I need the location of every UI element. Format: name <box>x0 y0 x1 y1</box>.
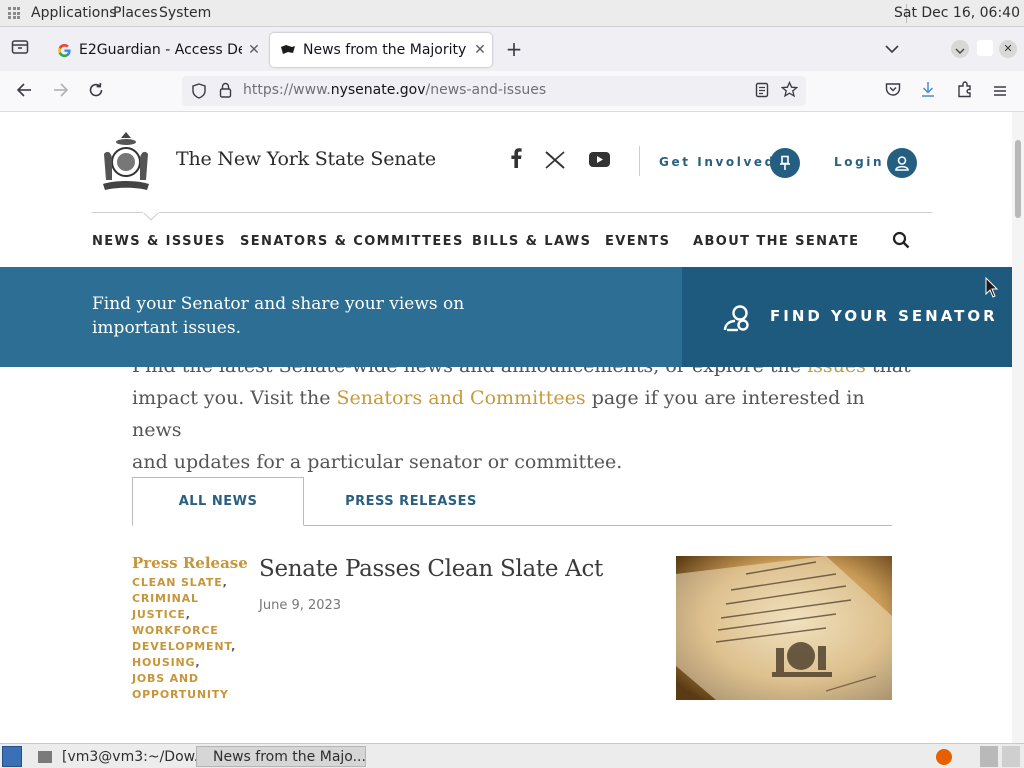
taskbar-item-label: News from the Majo... <box>213 748 366 765</box>
youtube-icon[interactable] <box>589 152 610 171</box>
firefox-view-icon[interactable] <box>10 39 30 59</box>
nysenate-flag-icon <box>280 42 296 58</box>
article-title[interactable]: Senate Passes Clean Slate Act <box>259 556 603 582</box>
close-window-icon[interactable]: ✕ <box>999 40 1017 58</box>
search-icon[interactable] <box>892 231 910 253</box>
top-panel: Applications Places System Sat Dec 16, 0… <box>0 0 1024 27</box>
mouse-cursor-icon <box>985 277 999 298</box>
new-tab-icon[interactable]: + <box>504 37 524 61</box>
nav-about-senate[interactable]: ABOUT THE SENATE <box>693 234 859 249</box>
taskbar-item-label: [vm3@vm3:~/Dow... <box>62 748 208 765</box>
workspace-1[interactable] <box>980 746 998 767</box>
reader-view-icon[interactable] <box>753 82 771 102</box>
find-senator-icon[interactable] <box>723 304 752 337</box>
header-rule <box>92 212 932 213</box>
tab-strip: E2Guardian - Access Denied ✕ News from t… <box>0 27 1024 71</box>
terminal-icon <box>38 750 52 763</box>
system-menu[interactable]: System <box>159 5 211 21</box>
scrollbar-thumb[interactable] <box>1015 140 1021 218</box>
tab-all-news[interactable]: ALL NEWS <box>132 477 304 526</box>
tag-link[interactable]: WORKFORCE DEVELOPMENT <box>132 624 231 653</box>
navigation-toolbar: https://www.nysenate.gov/news-and-issues <box>0 71 1024 112</box>
facebook-icon[interactable] <box>510 148 522 172</box>
tab-close-icon[interactable]: ✕ <box>242 42 266 58</box>
minimize-window-icon[interactable] <box>951 40 969 58</box>
user-icon[interactable] <box>887 148 917 178</box>
article-tags: CLEAN SLATE, CRIMINAL JUSTICE, WORKFORCE… <box>132 576 237 701</box>
tracking-protection-icon[interactable] <box>190 83 208 103</box>
applications-menu[interactable]: Applications <box>31 5 117 21</box>
apps-grid-icon[interactable] <box>8 7 20 19</box>
tray-firefox-icon[interactable] <box>936 746 958 767</box>
url-text[interactable]: https://www.nysenate.gov/news-and-issues <box>243 82 546 98</box>
article-type-label: Press Release <box>132 554 248 572</box>
banner-text: Find your Senator and share your views o… <box>92 294 465 338</box>
lock-icon[interactable] <box>217 82 233 102</box>
x-twitter-icon[interactable] <box>545 151 565 173</box>
nav-bills-laws[interactable]: BILLS & LAWS <box>472 234 591 249</box>
tag-link[interactable]: CLEAN SLATE <box>132 576 223 589</box>
url-path: /news-and-issues <box>425 82 547 98</box>
forward-icon[interactable] <box>51 82 71 101</box>
bookmark-star-icon[interactable] <box>780 80 798 102</box>
places-menu[interactable]: Places <box>113 5 158 21</box>
tag-link[interactable]: HOUSING <box>132 656 195 669</box>
find-senator-label[interactable]: FIND YOUR SENATOR <box>770 307 998 325</box>
workspace-2[interactable] <box>1002 746 1020 767</box>
site-title[interactable]: The New York State Senate <box>176 148 436 170</box>
article-date: June 9, 2023 <box>259 598 342 613</box>
url-domain: nysenate.gov <box>330 82 426 98</box>
nav-senators-committees[interactable]: SENATORS & COMMITTEES <box>240 234 464 249</box>
active-nav-indicator <box>143 212 159 221</box>
downloads-icon[interactable] <box>918 81 938 102</box>
tab-news-majority[interactable]: News from the Majority | NY ✕ <box>270 33 492 67</box>
maximize-window-icon[interactable] <box>977 40 993 56</box>
list-all-tabs-icon[interactable] <box>882 39 902 58</box>
get-involved-link[interactable]: Get Involved <box>659 155 776 169</box>
intro-text: impact you. Visit the <box>132 387 337 409</box>
page-scrollbar[interactable] <box>1012 112 1024 743</box>
nav-events[interactable]: EVENTS <box>605 234 670 249</box>
app-menu-icon[interactable] <box>990 82 1010 101</box>
taskbar-terminal[interactable]: [vm3@vm3:~/Dow... <box>38 746 207 767</box>
google-g-icon <box>56 42 72 58</box>
tab-title: News from the Majority | NY <box>303 42 468 58</box>
web-page: The New York State Senate Get Involved L… <box>0 112 1012 743</box>
tab-title: E2Guardian - Access Denied <box>79 42 242 58</box>
intro-text: and updates for a particular senator or … <box>132 451 623 473</box>
url-bar[interactable]: https://www.nysenate.gov/news-and-issues <box>182 76 806 106</box>
intro-paragraph: Find the latest Senate-wide news and ann… <box>132 350 912 478</box>
extensions-icon[interactable] <box>955 81 975 102</box>
tab-e2guardian[interactable]: E2Guardian - Access Denied ✕ <box>46 33 266 67</box>
header-divider <box>639 146 640 176</box>
url-prefix: https://www. <box>243 82 331 98</box>
tag-link[interactable]: JOBS AND OPPORTUNITY <box>132 672 229 701</box>
pocket-icon[interactable] <box>883 82 903 101</box>
nav-news-issues[interactable]: NEWS & ISSUES <box>92 234 226 249</box>
tab-close-icon[interactable]: ✕ <box>468 42 492 58</box>
senators-committees-link[interactable]: Senators and Committees <box>337 387 586 409</box>
login-link[interactable]: Login <box>834 155 884 169</box>
back-icon[interactable] <box>14 82 34 101</box>
show-desktop-icon[interactable] <box>2 746 22 767</box>
tab-press-releases[interactable]: PRESS RELEASES <box>304 477 518 526</box>
article-image[interactable] <box>676 556 892 700</box>
ny-state-seal-logo[interactable] <box>95 130 157 192</box>
clock[interactable]: Sat Dec 16, 06:40 <box>894 5 1020 21</box>
taskbar: [vm3@vm3:~/Dow... News from the Majo... <box>0 743 1024 768</box>
pin-icon[interactable] <box>770 148 800 178</box>
reload-icon[interactable] <box>86 82 106 102</box>
taskbar-firefox[interactable]: News from the Majo... <box>196 746 366 767</box>
